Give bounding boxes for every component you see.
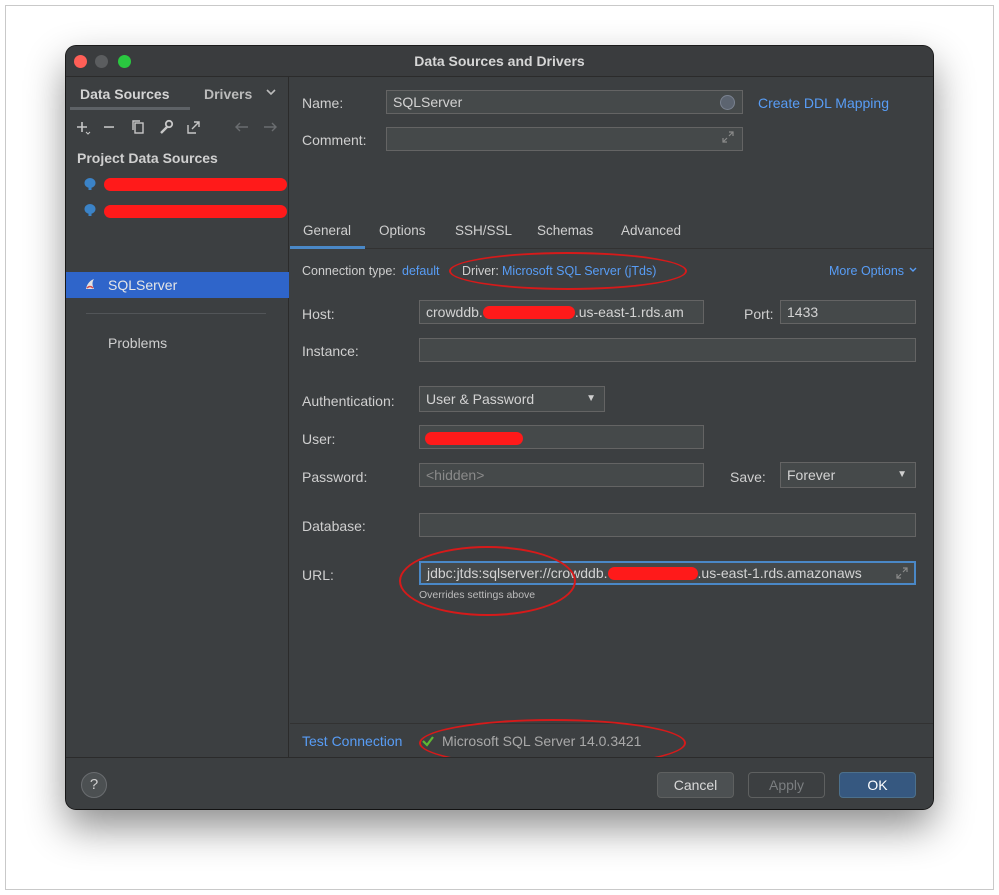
chevron-down-icon bbox=[909, 267, 917, 272]
host-value-prefix: crowddb. bbox=[426, 304, 483, 320]
back-arrow-icon[interactable] bbox=[232, 117, 252, 137]
save-value: Forever bbox=[787, 467, 836, 483]
user-label: User: bbox=[302, 431, 336, 447]
host-input[interactable]: crowddb. .us-east-1.rds.am bbox=[419, 300, 704, 324]
comment-label: Comment: bbox=[302, 132, 367, 148]
forward-arrow-icon[interactable] bbox=[260, 117, 280, 137]
data-source-item[interactable] bbox=[66, 198, 289, 224]
data-source-label: SQLServer bbox=[108, 277, 178, 293]
settings-tabs: General Options SSH/SSL Schemas Advanced bbox=[290, 215, 933, 249]
host-label: Host: bbox=[302, 306, 335, 322]
wrench-icon[interactable] bbox=[156, 117, 176, 137]
cancel-button[interactable]: Cancel bbox=[657, 772, 734, 798]
name-input[interactable]: SQLServer bbox=[386, 90, 743, 114]
data-source-item-sqlserver[interactable]: SQLServer bbox=[66, 272, 289, 298]
password-label: Password: bbox=[302, 469, 368, 485]
name-label: Name: bbox=[302, 95, 344, 111]
dropdown-arrow-icon: ▼ bbox=[586, 393, 596, 404]
title-bar: Data Sources and Drivers bbox=[66, 46, 933, 77]
create-ddl-mapping-link[interactable]: Create DDL Mapping bbox=[758, 95, 889, 111]
status-bar: Test Connection Microsoft SQL Server 14.… bbox=[290, 719, 933, 767]
data-sources-dialog: Data Sources and Drivers Data Sources Dr… bbox=[66, 46, 933, 809]
expand-icon[interactable] bbox=[895, 566, 909, 583]
redacted-mark bbox=[425, 432, 523, 445]
password-input[interactable]: <hidden> bbox=[419, 463, 704, 487]
redacted-mark bbox=[104, 205, 287, 218]
save-select[interactable]: Forever ▼ bbox=[780, 462, 916, 488]
annotation-ellipse bbox=[399, 546, 576, 616]
postgresql-icon bbox=[83, 177, 97, 191]
redacted-mark bbox=[607, 567, 698, 580]
comment-input[interactable] bbox=[386, 127, 743, 151]
more-options-link[interactable]: More Options bbox=[829, 264, 918, 278]
authentication-value: User & Password bbox=[426, 391, 535, 407]
data-source-item[interactable] bbox=[66, 172, 289, 198]
redacted-mark bbox=[104, 178, 287, 191]
sidebar-toolbar bbox=[74, 117, 284, 137]
main-panel: Name: SQLServer Create DDL Mapping Comme… bbox=[290, 77, 933, 757]
connection-type-label: Connection type: bbox=[302, 264, 396, 278]
copy-icon[interactable] bbox=[128, 117, 148, 137]
database-label: Database: bbox=[302, 518, 366, 534]
tab-data-sources[interactable]: Data Sources bbox=[80, 86, 169, 102]
save-label: Save: bbox=[730, 469, 766, 485]
apply-button[interactable]: Apply bbox=[748, 772, 825, 798]
active-tab-indicator bbox=[290, 246, 365, 249]
tab-ssh-ssl[interactable]: SSH/SSL bbox=[455, 223, 512, 238]
tab-options[interactable]: Options bbox=[379, 223, 426, 238]
chevron-down-icon[interactable] bbox=[265, 86, 277, 101]
url-value-suffix: .us-east-1.rds.amazonaws bbox=[697, 565, 862, 581]
sqlserver-icon bbox=[83, 277, 97, 291]
expand-icon[interactable] bbox=[721, 130, 735, 147]
sidebar: Data Sources Drivers Project Data Source… bbox=[66, 77, 289, 757]
port-label: Port: bbox=[744, 306, 774, 322]
user-input[interactable] bbox=[419, 425, 704, 449]
tab-advanced[interactable]: Advanced bbox=[621, 223, 681, 238]
instance-input[interactable] bbox=[419, 338, 916, 362]
divider bbox=[86, 313, 266, 314]
remove-icon[interactable] bbox=[100, 117, 120, 137]
help-button[interactable]: ? bbox=[81, 772, 107, 798]
add-icon[interactable] bbox=[74, 117, 94, 137]
dropdown-arrow-icon: ▼ bbox=[897, 469, 907, 480]
port-input[interactable]: 1433 bbox=[780, 300, 916, 324]
annotation-ellipse bbox=[449, 252, 687, 290]
url-label: URL: bbox=[302, 567, 334, 583]
project-data-sources-heading: Project Data Sources bbox=[77, 150, 218, 166]
redacted-mark bbox=[482, 306, 575, 319]
color-picker-icon[interactable] bbox=[720, 95, 735, 110]
instance-label: Instance: bbox=[302, 343, 359, 359]
host-value-suffix: .us-east-1.rds.am bbox=[574, 304, 684, 320]
test-connection-link[interactable]: Test Connection bbox=[302, 733, 402, 749]
ok-button[interactable]: OK bbox=[839, 772, 916, 798]
connection-type-link[interactable]: default bbox=[402, 264, 440, 278]
tab-schemas[interactable]: Schemas bbox=[537, 223, 593, 238]
database-input[interactable] bbox=[419, 513, 916, 537]
external-link-icon[interactable] bbox=[184, 117, 204, 137]
problems-item[interactable]: Problems bbox=[108, 335, 167, 351]
tab-underline bbox=[70, 107, 190, 110]
authentication-select[interactable]: User & Password ▼ bbox=[419, 386, 605, 412]
tab-drivers[interactable]: Drivers bbox=[204, 86, 252, 102]
more-options-label: More Options bbox=[829, 264, 905, 278]
dialog-footer: ? Cancel Apply OK bbox=[66, 757, 933, 809]
postgresql-icon bbox=[83, 203, 97, 217]
window-title: Data Sources and Drivers bbox=[414, 53, 585, 69]
authentication-label: Authentication: bbox=[302, 393, 395, 409]
tab-general[interactable]: General bbox=[303, 223, 351, 238]
